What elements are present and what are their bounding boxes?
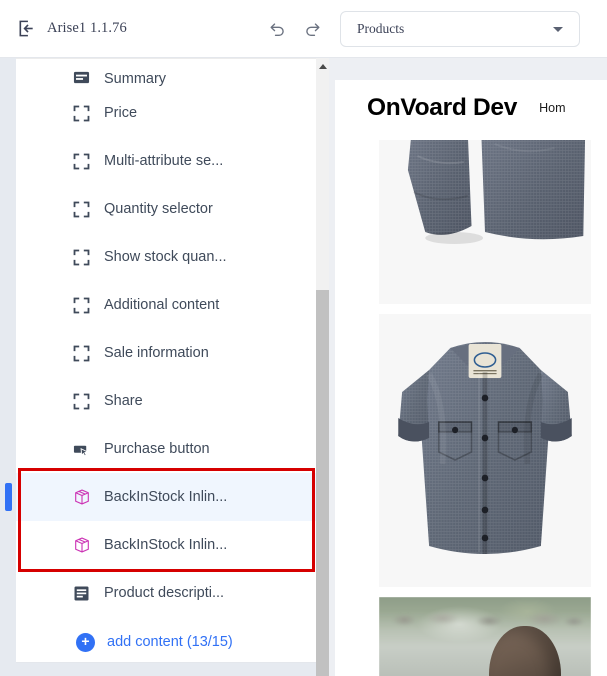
list-item-label: BackInStock Inlin... bbox=[104, 489, 228, 505]
list-item-label: Share bbox=[104, 393, 143, 409]
placeholder-frame-icon bbox=[72, 200, 91, 219]
list-item-backinstock-inline-1[interactable]: BackInStock Inlin... bbox=[16, 473, 316, 521]
placeholder-frame-icon bbox=[72, 248, 91, 267]
placeholder-frame-icon bbox=[72, 152, 91, 171]
placeholder-frame-icon bbox=[72, 392, 91, 411]
list-item-label: Summary bbox=[104, 71, 167, 87]
list-item[interactable]: Share bbox=[16, 377, 316, 425]
list-item[interactable]: Sale information bbox=[16, 329, 316, 377]
placeholder-frame-icon bbox=[72, 104, 91, 123]
list-item[interactable]: Purchase button bbox=[16, 425, 316, 473]
scroll-up-arrow-icon[interactable] bbox=[316, 58, 329, 74]
back-button[interactable]: Arise1 1.1.76 bbox=[17, 19, 127, 38]
list-item[interactable]: Additional content bbox=[16, 281, 316, 329]
chambray-shirt-detail-cropped[interactable] bbox=[379, 140, 591, 304]
chambray-shirt-full[interactable] bbox=[379, 314, 591, 587]
list-item-label: Purchase button bbox=[104, 441, 210, 457]
add-content-label: add content (13/15) bbox=[107, 634, 233, 650]
undo-icon bbox=[267, 19, 287, 39]
list-item-label: Sale information bbox=[104, 345, 209, 361]
products-dropdown[interactable]: Products bbox=[340, 11, 580, 47]
workspace: Summary Price Multi-attribute se... Quan… bbox=[0, 58, 607, 676]
content-list-panel: Summary Price Multi-attribute se... Quan… bbox=[16, 58, 316, 662]
package-box-icon bbox=[72, 536, 91, 555]
redo-icon bbox=[303, 19, 323, 39]
list-item[interactable]: Quantity selector bbox=[16, 185, 316, 233]
store-nav-home[interactable]: Hom bbox=[539, 101, 565, 115]
list-item-label: Multi-attribute se... bbox=[104, 153, 224, 169]
add-content-button[interactable]: + add content (13/15) bbox=[16, 617, 316, 662]
store-logo[interactable]: OnVoard Dev bbox=[367, 94, 517, 122]
list-item-label: Show stock quan... bbox=[104, 249, 227, 265]
button-cursor-icon bbox=[72, 440, 91, 459]
selection-marker bbox=[5, 483, 12, 511]
riverbank-rocks bbox=[379, 611, 591, 629]
toolbar-actions: Products bbox=[266, 0, 580, 58]
chevron-down-icon bbox=[553, 27, 563, 32]
list-item[interactable]: Product descripti... bbox=[16, 569, 316, 617]
list-item-label: BackInStock Inlin... bbox=[104, 537, 228, 553]
list-item[interactable]: Multi-attribute se... bbox=[16, 137, 316, 185]
left-gutter bbox=[0, 58, 16, 676]
panel-divider bbox=[16, 662, 316, 663]
list-item-label: Additional content bbox=[104, 297, 220, 313]
summary-lines-icon bbox=[72, 68, 91, 87]
placeholder-frame-icon bbox=[72, 344, 91, 363]
list-item-label: Product descripti... bbox=[104, 585, 225, 601]
undo-button[interactable] bbox=[266, 18, 288, 40]
document-lines-icon bbox=[72, 584, 91, 603]
products-dropdown-value: Products bbox=[357, 21, 405, 36]
store-preview-panel: OnVoard Dev Hom bbox=[329, 58, 607, 676]
list-item[interactable]: Summary bbox=[16, 59, 316, 89]
store-page: OnVoard Dev Hom bbox=[335, 80, 607, 676]
scrollbar-thumb[interactable] bbox=[316, 290, 329, 676]
list-item[interactable]: Price bbox=[16, 89, 316, 137]
app-window: Arise1 1.1.76 Products Summary Price Mul… bbox=[0, 0, 607, 676]
list-item-backinstock-inline-2[interactable]: BackInStock Inlin... bbox=[16, 521, 316, 569]
outdoor-river-portrait[interactable] bbox=[379, 597, 591, 676]
package-box-icon bbox=[72, 488, 91, 507]
plus-circle-icon: + bbox=[76, 632, 95, 652]
list-item[interactable]: Show stock quan... bbox=[16, 233, 316, 281]
top-toolbar: Arise1 1.1.76 Products bbox=[0, 0, 607, 58]
list-item-label: Price bbox=[104, 105, 138, 121]
list-item-label: Quantity selector bbox=[104, 201, 213, 217]
store-header: OnVoard Dev Hom bbox=[335, 80, 607, 136]
redo-button[interactable] bbox=[302, 18, 324, 40]
placeholder-frame-icon bbox=[72, 296, 91, 315]
exit-left-icon bbox=[17, 19, 36, 38]
app-title: Arise1 1.1.76 bbox=[47, 20, 127, 36]
sidebar-scrollbar[interactable] bbox=[316, 58, 329, 676]
